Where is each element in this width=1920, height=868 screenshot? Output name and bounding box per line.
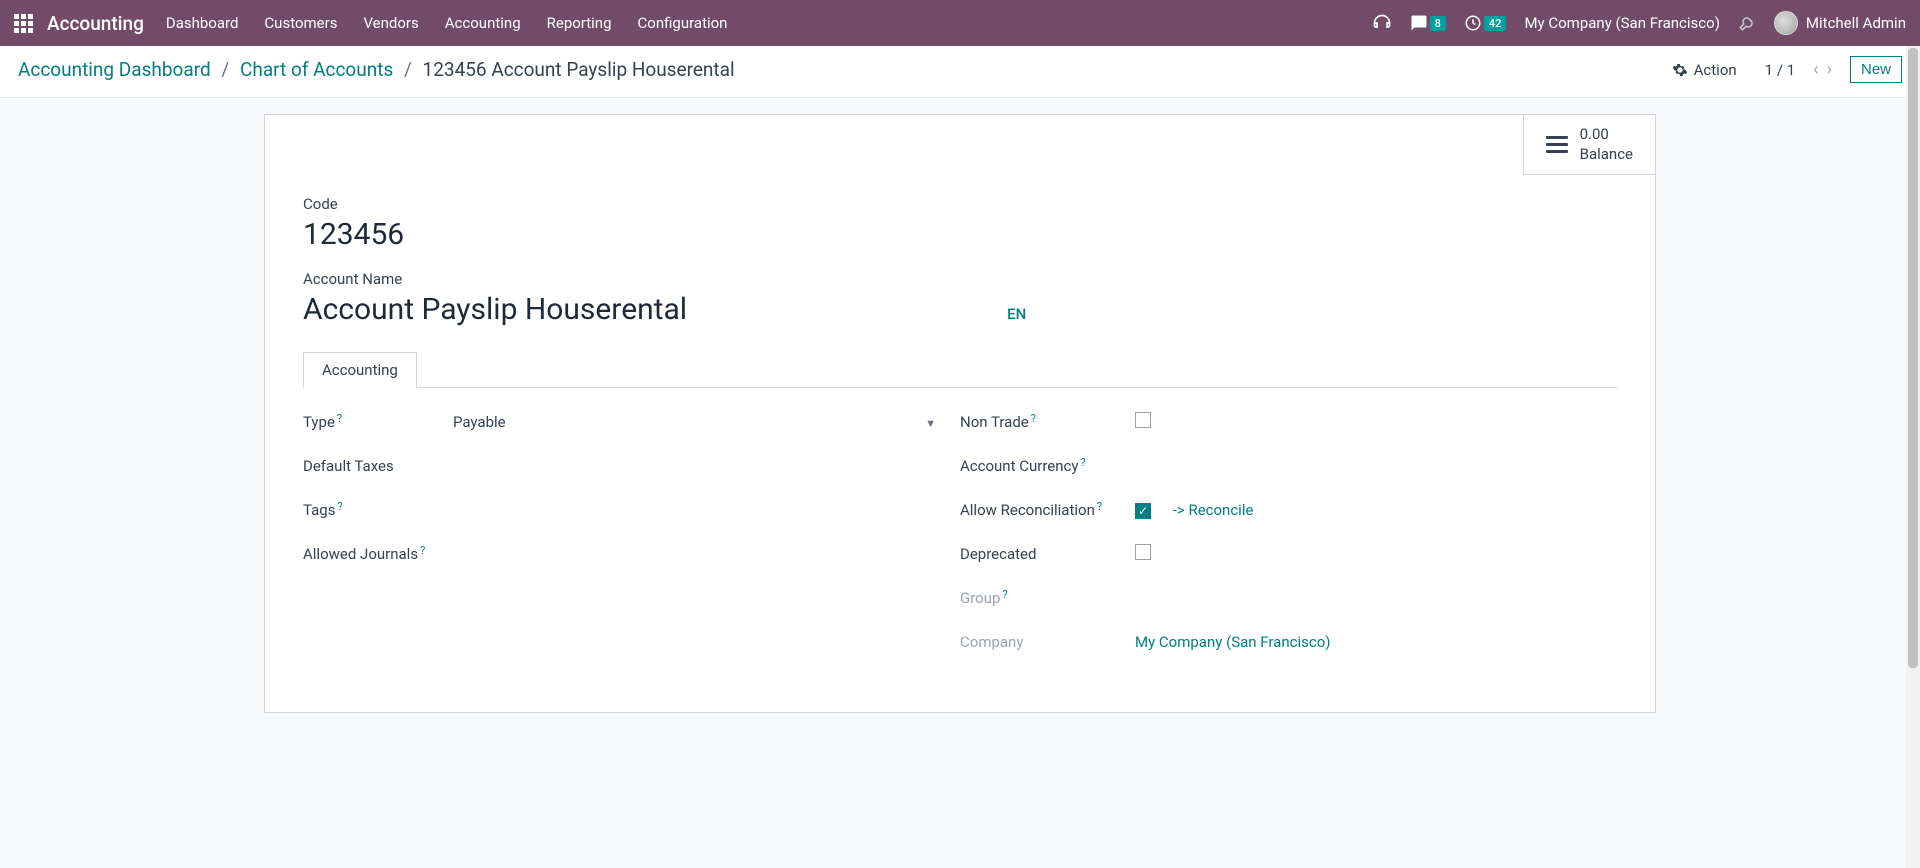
pager-next[interactable]: ›	[1823, 59, 1836, 80]
nav-vendors[interactable]: Vendors	[363, 14, 418, 32]
stat-text: 0.00 Balance	[1580, 125, 1633, 164]
stat-label: Balance	[1580, 145, 1633, 165]
non-trade-label: Non Trade?	[960, 413, 1135, 431]
breadcrumb-current: 123456 Account Payslip Houserental	[423, 58, 735, 81]
form-left-col: Type? Payable ▼ Default Taxes Tags?	[303, 408, 960, 672]
pager-prev[interactable]: ‹	[1809, 59, 1822, 80]
messages-badge: 8	[1430, 16, 1446, 31]
help-icon[interactable]: ?	[337, 412, 342, 425]
stat-value: 0.00	[1580, 125, 1633, 145]
non-trade-checkbox[interactable]	[1135, 412, 1151, 428]
help-icon[interactable]: ?	[1031, 412, 1036, 425]
gear-icon	[1672, 62, 1688, 78]
user-name: Mitchell Admin	[1806, 14, 1906, 32]
action-label: Action	[1694, 61, 1737, 79]
nav-dashboard[interactable]: Dashboard	[166, 14, 239, 32]
scrollbar[interactable]	[1906, 46, 1920, 868]
nav-customers[interactable]: Customers	[264, 14, 337, 32]
group-label: Group?	[960, 589, 1135, 607]
pager[interactable]: 1 / 1	[1765, 61, 1796, 79]
nav-menu: Dashboard Customers Vendors Accounting R…	[166, 14, 1372, 32]
apps-icon[interactable]	[14, 14, 33, 33]
nav-configuration[interactable]: Configuration	[638, 14, 728, 32]
tags-label: Tags?	[303, 501, 453, 519]
tab-accounting[interactable]: Accounting	[303, 352, 417, 388]
breadcrumb: Accounting Dashboard / Chart of Accounts…	[18, 58, 1672, 81]
breadcrumb-sep: /	[221, 58, 229, 81]
breadcrumb-link-2[interactable]: Chart of Accounts	[240, 58, 393, 81]
account-name-field[interactable]: Account Payslip Houserental	[303, 292, 687, 327]
form-sheet: 0.00 Balance Code 123456 Account Name Ac…	[264, 114, 1656, 713]
help-icon[interactable]: ?	[1080, 456, 1085, 469]
debug-icon[interactable]	[1738, 14, 1756, 32]
company-label: Company	[960, 633, 1135, 651]
breadcrumb-link-1[interactable]: Accounting Dashboard	[18, 58, 211, 81]
app-name[interactable]: Accounting	[47, 12, 144, 35]
chevron-down-icon: ▼	[925, 417, 936, 430]
new-button[interactable]: New	[1850, 56, 1902, 83]
tab-content: Type? Payable ▼ Default Taxes Tags?	[303, 408, 1617, 672]
deprecated-label: Deprecated	[960, 545, 1135, 563]
breadcrumb-sep: /	[404, 58, 412, 81]
balance-stat-button[interactable]: 0.00 Balance	[1523, 115, 1655, 175]
avatar	[1774, 11, 1798, 35]
form-body: Code 123456 Account Name Account Payslip…	[265, 175, 1655, 712]
reconcile-checkbox[interactable]: ✓	[1135, 503, 1151, 519]
help-icon[interactable]: ?	[420, 544, 425, 557]
user-menu[interactable]: Mitchell Admin	[1774, 11, 1906, 35]
main-wrap: 0.00 Balance Code 123456 Account Name Ac…	[0, 98, 1920, 713]
code-field[interactable]: 123456	[303, 217, 1617, 252]
company-field[interactable]: My Company (San Francisco)	[1135, 633, 1617, 651]
nav-accounting[interactable]: Accounting	[445, 14, 521, 32]
activities-badge: 42	[1484, 16, 1507, 31]
top-navbar: Accounting Dashboard Customers Vendors A…	[0, 0, 1920, 46]
default-taxes-label: Default Taxes	[303, 457, 453, 475]
stat-bar: 0.00 Balance	[265, 115, 1655, 175]
support-icon[interactable]	[1372, 13, 1392, 33]
messages-button[interactable]: 8	[1410, 14, 1446, 32]
type-label: Type?	[303, 413, 453, 431]
help-icon[interactable]: ?	[1097, 500, 1102, 513]
allowed-journals-label: Allowed Journals?	[303, 545, 453, 563]
control-bar: Accounting Dashboard / Chart of Accounts…	[0, 46, 1920, 98]
action-menu[interactable]: Action	[1672, 61, 1737, 79]
top-right: 8 42 My Company (San Francisco) Mitchell…	[1372, 11, 1906, 35]
nav-reporting[interactable]: Reporting	[547, 14, 612, 32]
tabs: Accounting	[303, 351, 1617, 388]
type-field[interactable]: Payable ▼	[453, 413, 960, 431]
help-icon[interactable]: ?	[1002, 588, 1007, 601]
deprecated-checkbox[interactable]	[1135, 544, 1151, 560]
lang-button[interactable]: EN	[1007, 305, 1026, 323]
code-label: Code	[303, 195, 1617, 213]
reconcile-label: Allow Reconciliation?	[960, 501, 1135, 519]
activities-button[interactable]: 42	[1464, 14, 1507, 32]
account-name-label: Account Name	[303, 270, 1617, 288]
reconcile-link[interactable]: -> Reconcile	[1173, 501, 1254, 519]
form-right-col: Non Trade? Account Currency? Allow Recon…	[960, 408, 1617, 672]
list-icon	[1546, 136, 1568, 153]
currency-label: Account Currency?	[960, 457, 1135, 475]
company-switcher[interactable]: My Company (San Francisco)	[1524, 14, 1719, 32]
help-icon[interactable]: ?	[337, 500, 342, 513]
